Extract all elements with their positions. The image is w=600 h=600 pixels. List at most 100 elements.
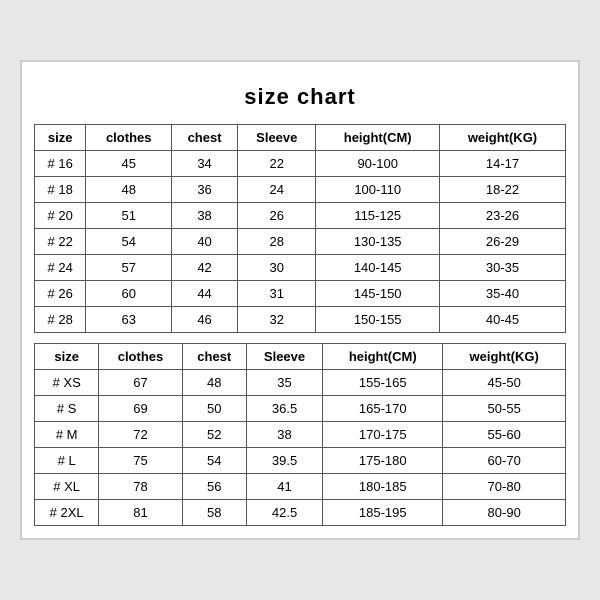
table-cell: 22	[238, 151, 316, 177]
table-cell: 90-100	[316, 151, 440, 177]
table-cell: 150-155	[316, 307, 440, 333]
table-cell: 57	[86, 255, 172, 281]
table-cell: 28	[238, 229, 316, 255]
table-cell: # M	[35, 422, 99, 448]
table1-header-cell: Sleeve	[238, 125, 316, 151]
table-cell: 75	[99, 448, 182, 474]
table-cell: 185-195	[323, 500, 443, 526]
table1-header-cell: chest	[172, 125, 238, 151]
table-cell: 14-17	[439, 151, 565, 177]
table-cell: 175-180	[323, 448, 443, 474]
table-cell: 39.5	[246, 448, 322, 474]
table-row: # 26604431145-15035-40	[35, 281, 566, 307]
table-cell: 78	[99, 474, 182, 500]
table1-body: # 1645342290-10014-17# 18483624100-11018…	[35, 151, 566, 333]
table-cell: # 26	[35, 281, 86, 307]
table-cell: 140-145	[316, 255, 440, 281]
table2-header-cell: chest	[182, 344, 246, 370]
table-cell: 100-110	[316, 177, 440, 203]
table-row: # XS674835155-16545-50	[35, 370, 566, 396]
table1-header-cell: size	[35, 125, 86, 151]
table1-header-cell: weight(KG)	[439, 125, 565, 151]
table-cell: 165-170	[323, 396, 443, 422]
table-cell: 145-150	[316, 281, 440, 307]
table-cell: 45	[86, 151, 172, 177]
table2-header-cell: weight(KG)	[443, 344, 566, 370]
table-row: # 2XL815842.5185-19580-90	[35, 500, 566, 526]
table-row: # 28634632150-15540-45	[35, 307, 566, 333]
table-cell: 38	[246, 422, 322, 448]
table-row: # 1645342290-10014-17	[35, 151, 566, 177]
table-cell: # 20	[35, 203, 86, 229]
size-table-2: sizeclotheschestSleeveheight(CM)weight(K…	[34, 343, 566, 526]
table-cell: 36	[172, 177, 238, 203]
table-cell: 50	[182, 396, 246, 422]
table-cell: # XS	[35, 370, 99, 396]
table-row: # 20513826115-12523-26	[35, 203, 566, 229]
table-row: # 18483624100-11018-22	[35, 177, 566, 203]
table-cell: 35	[246, 370, 322, 396]
table-cell: 60	[86, 281, 172, 307]
table-cell: 155-165	[323, 370, 443, 396]
table-cell: 170-175	[323, 422, 443, 448]
table-row: # 22544028130-13526-29	[35, 229, 566, 255]
table-cell: 40-45	[439, 307, 565, 333]
table-cell: 67	[99, 370, 182, 396]
table-cell: 38	[172, 203, 238, 229]
table2-header-cell: clothes	[99, 344, 182, 370]
table-cell: # 2XL	[35, 500, 99, 526]
table-cell: 24	[238, 177, 316, 203]
table-row: # S695036.5165-17050-55	[35, 396, 566, 422]
table-cell: 44	[172, 281, 238, 307]
table-cell: 40	[172, 229, 238, 255]
table2-header-cell: height(CM)	[323, 344, 443, 370]
table-cell: 72	[99, 422, 182, 448]
table-cell: 54	[86, 229, 172, 255]
table-cell: 52	[182, 422, 246, 448]
table1-header-row: sizeclotheschestSleeveheight(CM)weight(K…	[35, 125, 566, 151]
table-cell: 26	[238, 203, 316, 229]
table-cell: 81	[99, 500, 182, 526]
table-cell: # 16	[35, 151, 86, 177]
table-cell: 48	[86, 177, 172, 203]
table1-header: sizeclotheschestSleeveheight(CM)weight(K…	[35, 125, 566, 151]
table-cell: 30-35	[439, 255, 565, 281]
table-cell: 54	[182, 448, 246, 474]
size-chart-card: size chart sizeclotheschestSleeveheight(…	[20, 60, 580, 540]
table2-header-row: sizeclotheschestSleeveheight(CM)weight(K…	[35, 344, 566, 370]
table-cell: 30	[238, 255, 316, 281]
table-cell: # 22	[35, 229, 86, 255]
table-cell: 18-22	[439, 177, 565, 203]
table-cell: # 24	[35, 255, 86, 281]
table-cell: 34	[172, 151, 238, 177]
table-row: # L755439.5175-18060-70	[35, 448, 566, 474]
table1-header-cell: height(CM)	[316, 125, 440, 151]
table-row: # XL785641180-18570-80	[35, 474, 566, 500]
table-cell: 63	[86, 307, 172, 333]
table2-header: sizeclotheschestSleeveheight(CM)weight(K…	[35, 344, 566, 370]
table-cell: 51	[86, 203, 172, 229]
table-cell: 130-135	[316, 229, 440, 255]
size-table-1: sizeclotheschestSleeveheight(CM)weight(K…	[34, 124, 566, 333]
table1-header-cell: clothes	[86, 125, 172, 151]
section-gap	[34, 333, 566, 343]
table-cell: # 18	[35, 177, 86, 203]
table-row: # 24574230140-14530-35	[35, 255, 566, 281]
table-cell: # L	[35, 448, 99, 474]
table-cell: 80-90	[443, 500, 566, 526]
table-cell: 69	[99, 396, 182, 422]
table2-body: # XS674835155-16545-50# S695036.5165-170…	[35, 370, 566, 526]
table-row: # M725238170-17555-60	[35, 422, 566, 448]
table-cell: 42.5	[246, 500, 322, 526]
table-cell: 60-70	[443, 448, 566, 474]
table2-header-cell: size	[35, 344, 99, 370]
table-cell: 115-125	[316, 203, 440, 229]
table-cell: 70-80	[443, 474, 566, 500]
table-cell: 36.5	[246, 396, 322, 422]
table-cell: 31	[238, 281, 316, 307]
table-cell: 58	[182, 500, 246, 526]
table-cell: 26-29	[439, 229, 565, 255]
chart-title: size chart	[34, 74, 566, 124]
table-cell: # 28	[35, 307, 86, 333]
table-cell: # S	[35, 396, 99, 422]
